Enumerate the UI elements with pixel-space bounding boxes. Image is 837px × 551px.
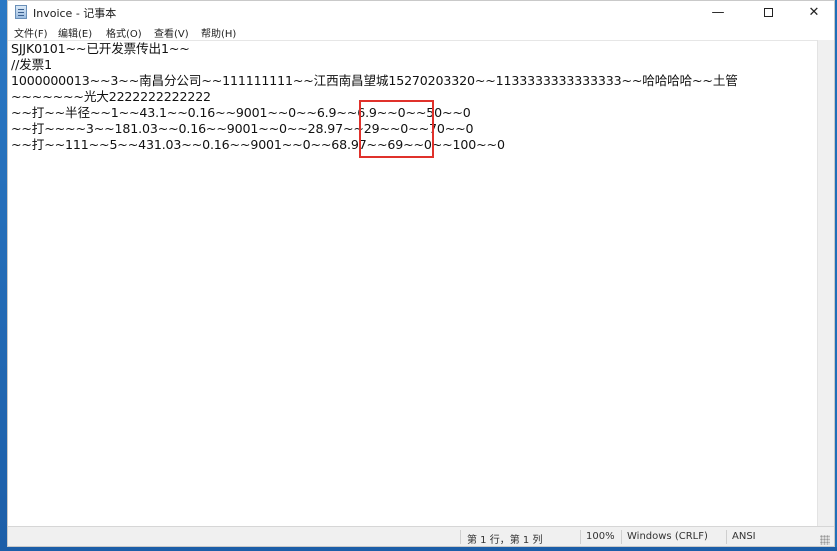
minimize-button[interactable]: —: [698, 1, 738, 23]
status-zoom: 100%: [586, 531, 615, 542]
status-line-ending: Windows (CRLF): [627, 531, 708, 542]
notepad-window: Invoice - 记事本 — ✕ 文件(F) 编辑(E) 格式(O) 查看(V…: [7, 0, 835, 547]
menu-view[interactable]: 查看(V): [154, 25, 189, 40]
status-cursor-position: 第 1 行，第 1 列: [467, 535, 543, 546]
desktop-edge: [0, 0, 7, 551]
status-separator: [726, 530, 727, 544]
menu-edit[interactable]: 编辑(E): [58, 25, 92, 40]
maximize-icon: [763, 7, 773, 17]
status-separator: [580, 530, 581, 544]
text-line: SJJK0101~~已开发票传出1~~: [11, 41, 190, 56]
text-line: 1000000013~~3~~南昌分公司~~111111111~~江西南昌望城1…: [11, 73, 738, 88]
maximize-button[interactable]: [748, 1, 788, 23]
menu-help[interactable]: 帮助(H): [201, 25, 236, 40]
status-separator: [621, 530, 622, 544]
desktop-edge-bottom: [0, 547, 837, 551]
vertical-scrollbar[interactable]: [817, 40, 834, 526]
highlight-box: [359, 100, 434, 158]
text-line: ~~~~~~~光大2222222222222: [11, 89, 211, 104]
close-button[interactable]: ✕: [794, 1, 834, 23]
status-encoding: ANSI: [732, 531, 756, 542]
menu-format[interactable]: 格式(O): [106, 25, 142, 40]
text-line: //发票1: [11, 57, 52, 72]
title-bar[interactable]: Invoice - 记事本 — ✕: [8, 1, 834, 23]
window-title: Invoice - 记事本: [33, 7, 117, 20]
status-bar: 第 1 行，第 1 列 100% Windows (CRLF) ANSI: [8, 526, 834, 546]
status-separator: [460, 530, 461, 544]
menu-bar: 文件(F) 编辑(E) 格式(O) 查看(V) 帮助(H): [8, 23, 834, 40]
notepad-icon: [15, 5, 27, 19]
menu-file[interactable]: 文件(F): [14, 25, 48, 40]
text-editor[interactable]: SJJK0101~~已开发票传出1~~ //发票1 1000000013~~3~…: [8, 40, 817, 526]
size-grip-icon[interactable]: [820, 535, 830, 545]
